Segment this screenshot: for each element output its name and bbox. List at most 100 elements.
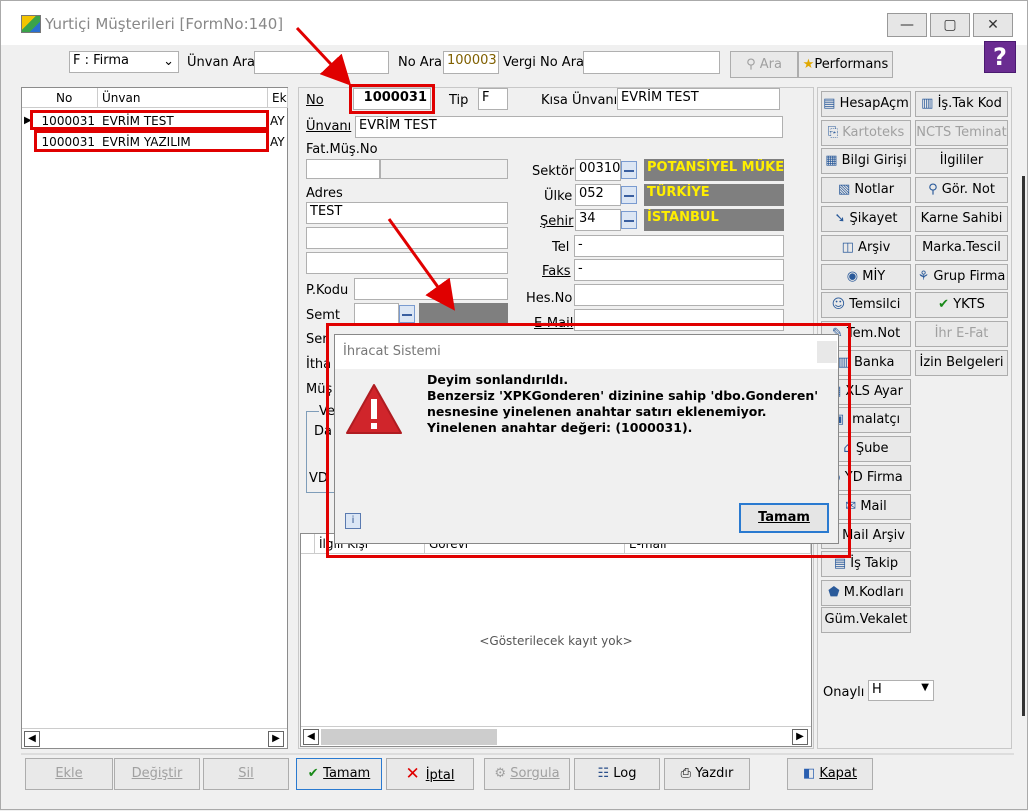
onayli-select[interactable]: H ▼	[868, 680, 934, 701]
list-scrollbar[interactable]: ◀ ▶	[22, 728, 287, 748]
tel-label: Tel	[552, 240, 570, 255]
ulke-code-field[interactable]: 052	[575, 184, 621, 206]
side-button-17[interactable]: ▤ İş Takip	[821, 551, 911, 577]
complaint-icon: ➘	[834, 211, 850, 226]
door-icon: ◧	[803, 766, 820, 781]
side-button-1[interactable]: ▤ HesapAçm	[821, 91, 911, 117]
dialog-ok-button[interactable]: Tamam	[739, 503, 829, 533]
side-right-button-9[interactable]: İhr E-Fat	[915, 321, 1008, 347]
side-button-2[interactable]: ⎘ Kartoteks	[821, 120, 911, 146]
maximize-button[interactable]: ▢	[930, 13, 970, 37]
type-select-value: F : Firma	[73, 53, 130, 68]
hesno-label: Hes.No	[526, 291, 573, 306]
side-right-button-10[interactable]: İzin Belgeleri	[915, 350, 1008, 376]
error-warning-icon	[346, 384, 402, 434]
sil-button[interactable]: Sil	[203, 758, 289, 790]
side-button-label: HesapAçm	[839, 96, 909, 111]
contacts-scroll-thumb[interactable]	[321, 729, 497, 745]
pkodu-field[interactable]	[354, 278, 508, 300]
tamam-button[interactable]: ✔ Tamam	[296, 758, 382, 790]
row-1-no[interactable]: 1000031	[32, 112, 98, 130]
dialog-close-button[interactable]	[817, 341, 837, 363]
title-bar: Yurtiçi Müşterileri [FormNo:140] — ▢ ✕	[1, 1, 1027, 45]
side-button-3[interactable]: ▦ Bilgi Girişi	[821, 148, 911, 174]
side-button-5[interactable]: ➘ Şikayet	[821, 206, 911, 232]
row-2-no[interactable]: 1000031	[32, 133, 98, 151]
app-icon	[21, 15, 41, 33]
sehir-lookup-icon[interactable]	[621, 211, 637, 229]
sektor-label: Sektör	[532, 164, 575, 179]
hesno-field[interactable]	[574, 284, 784, 306]
iptal-button[interactable]: ✕ İptal	[386, 758, 474, 790]
contacts-scroll-right-icon[interactable]: ▶	[792, 729, 808, 745]
side-right-button-4[interactable]: ⚲ Gör. Not	[915, 177, 1008, 203]
kisa-unvan-label: Kısa Ünvanı	[541, 93, 618, 108]
kapat-button[interactable]: ◧ Kapat	[787, 758, 873, 790]
ekle-button[interactable]: Ekle	[25, 758, 113, 790]
adres-line-2[interactable]	[306, 227, 508, 249]
adres-line-3[interactable]	[306, 252, 508, 274]
row-indicator-icon: ▶	[24, 115, 32, 126]
row-2-unvan[interactable]: EVRİM YAZILIM	[102, 133, 267, 151]
sektor-name-field: POTANSİYEL MÜKE	[644, 159, 784, 181]
query-icon: ⚙	[494, 766, 511, 781]
fat-mus-no-field[interactable]	[306, 159, 380, 179]
type-select[interactable]: F : Firma ⌄	[69, 51, 179, 73]
check-icon: ✔	[938, 297, 954, 312]
tel-field[interactable]: -	[574, 235, 784, 257]
ulke-lookup-icon[interactable]	[621, 186, 637, 204]
side-right-button-1[interactable]: ▥ İş.Tak Kod	[915, 91, 1008, 117]
search-icon: ⚲	[746, 57, 760, 72]
close-button[interactable]: ✕	[973, 13, 1013, 37]
log-button[interactable]: ☷ Log	[574, 758, 660, 790]
contacts-empty-text: <Gösterilecek kayıt yok>	[479, 634, 633, 648]
degistir-button[interactable]: Değiştir	[114, 758, 200, 790]
side-button-18[interactable]: ⬟ M.Kodları	[821, 580, 911, 606]
scroll-right-icon[interactable]: ▶	[268, 731, 284, 747]
side-right-button-6[interactable]: Marka.Tescil	[915, 235, 1008, 261]
no-field[interactable]: 1000031	[353, 88, 431, 110]
sektor-code-field[interactable]: 003100	[575, 159, 621, 181]
unvan-ara-input[interactable]	[254, 51, 389, 74]
side-right-button-8[interactable]: ✔ YKTS	[915, 292, 1008, 318]
side-right-button-7[interactable]: ⚘ Grup Firma	[915, 264, 1008, 290]
side-button-8[interactable]: ☺ Temsilci	[821, 292, 911, 318]
adres-line-1[interactable]: TEST	[306, 202, 508, 224]
row-1-unvan[interactable]: EVRİM TEST	[102, 112, 267, 130]
scroll-left-icon[interactable]: ◀	[24, 731, 40, 747]
contacts-scroll-left-icon[interactable]: ◀	[303, 729, 319, 745]
minimize-button[interactable]: —	[887, 13, 927, 37]
semt-lookup-icon[interactable]	[399, 305, 415, 323]
side-button-4[interactable]: ▧ Notlar	[821, 177, 911, 203]
side-button-7[interactable]: ◉ MİY	[821, 264, 911, 290]
performans-button[interactable]: ★Performans	[798, 51, 893, 78]
side-button-label: Mail	[860, 499, 887, 514]
row-2-ek[interactable]: AY	[270, 133, 288, 151]
yazdir-button[interactable]: ⎙ Yazdır	[664, 758, 750, 790]
row-1-ek[interactable]: AY	[270, 112, 288, 130]
kisa-unvan-field[interactable]: EVRİM TEST	[617, 88, 780, 110]
kartoteks-icon: ⎘	[827, 125, 843, 140]
side-right-button-5[interactable]: Karne Sahibi	[915, 206, 1008, 232]
side-button-label: Kartoteks	[842, 125, 905, 140]
side-button-6[interactable]: ◫ Arşiv	[821, 235, 911, 261]
help-button[interactable]: ?	[984, 41, 1016, 73]
semt-field[interactable]	[354, 303, 399, 325]
faks-field[interactable]: -	[574, 259, 784, 281]
email-field[interactable]	[574, 309, 784, 331]
sorgula-button[interactable]: ⚙ Sorgula	[484, 758, 570, 790]
side-right-button-label: NCTS Teminat	[916, 125, 1007, 140]
side-button-19[interactable]: Güm.Vekalet	[821, 607, 911, 633]
col-unvan-header: Ünvan	[98, 88, 268, 108]
ara-button[interactable]: ⚲ Ara	[730, 51, 798, 78]
no-ara-input[interactable]: 1000031	[443, 51, 499, 74]
tip-field[interactable]: F	[478, 88, 508, 110]
contacts-scrollbar[interactable]: ◀ ▶	[301, 726, 811, 746]
vergi-ara-input[interactable]	[583, 51, 720, 74]
unvan-field[interactable]: EVRİM TEST	[355, 116, 783, 138]
sehir-code-field[interactable]: 34	[575, 209, 621, 231]
copy-info-icon[interactable]: i	[345, 513, 361, 529]
side-right-button-3[interactable]: İlgililer	[915, 148, 1008, 174]
side-right-button-2[interactable]: NCTS Teminat	[915, 120, 1008, 146]
sektor-lookup-icon[interactable]	[621, 161, 637, 179]
